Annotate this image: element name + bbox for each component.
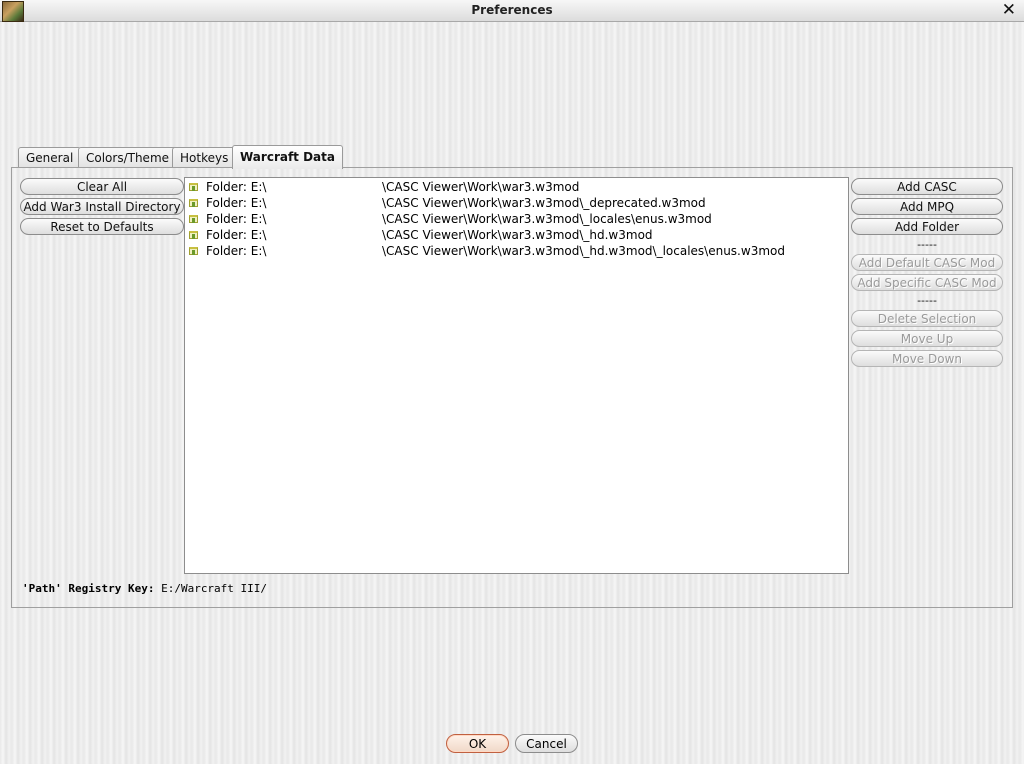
close-icon[interactable]: ✕ <box>1002 0 1016 20</box>
folder-icon <box>189 247 198 255</box>
registry-key-label: 'Path' Registry Key: <box>22 582 155 595</box>
add-specific-casc-mod-button[interactable]: Add Specific CASC Mod <box>851 274 1003 291</box>
move-up-button[interactable]: Move Up <box>851 330 1003 347</box>
clear-all-button[interactable]: Clear All <box>20 178 184 195</box>
folder-icon <box>189 231 198 239</box>
add-folder-button[interactable]: Add Folder <box>851 218 1003 235</box>
folder-icon <box>189 215 198 223</box>
cancel-button[interactable]: Cancel <box>515 734 578 753</box>
delete-selection-button[interactable]: Delete Selection <box>851 310 1003 327</box>
folder-icon <box>189 183 198 191</box>
tab-colors-theme[interactable]: Colors/Theme <box>78 147 178 168</box>
registry-key-readout: 'Path' Registry Key: E:/Warcraft III/ <box>22 582 267 595</box>
registry-key-value: E:/Warcraft III/ <box>161 582 268 595</box>
separator: ----- <box>917 238 937 251</box>
tab-general[interactable]: General <box>18 147 82 168</box>
add-default-casc-mod-button[interactable]: Add Default CASC Mod <box>851 254 1003 271</box>
add-mpq-button[interactable]: Add MPQ <box>851 198 1003 215</box>
move-down-button[interactable]: Move Down <box>851 350 1003 367</box>
tab-warcraft-data[interactable]: Warcraft Data <box>232 145 343 169</box>
title-bar: Preferences ✕ <box>0 0 1024 22</box>
add-war3-install-directory-button[interactable]: Add War3 Install Directory <box>20 198 184 215</box>
folder-icon <box>189 199 198 207</box>
reset-to-defaults-button[interactable]: Reset to Defaults <box>20 218 184 235</box>
separator: ----- <box>917 294 937 307</box>
add-casc-button[interactable]: Add CASC <box>851 178 1003 195</box>
ok-button[interactable]: OK <box>446 734 509 753</box>
window-title: Preferences <box>471 3 553 17</box>
data-source-list[interactable]: Folder: E:\ \CASC Viewer\Work\war3.w3mod… <box>184 177 849 574</box>
tab-hotkeys[interactable]: Hotkeys <box>172 147 237 168</box>
